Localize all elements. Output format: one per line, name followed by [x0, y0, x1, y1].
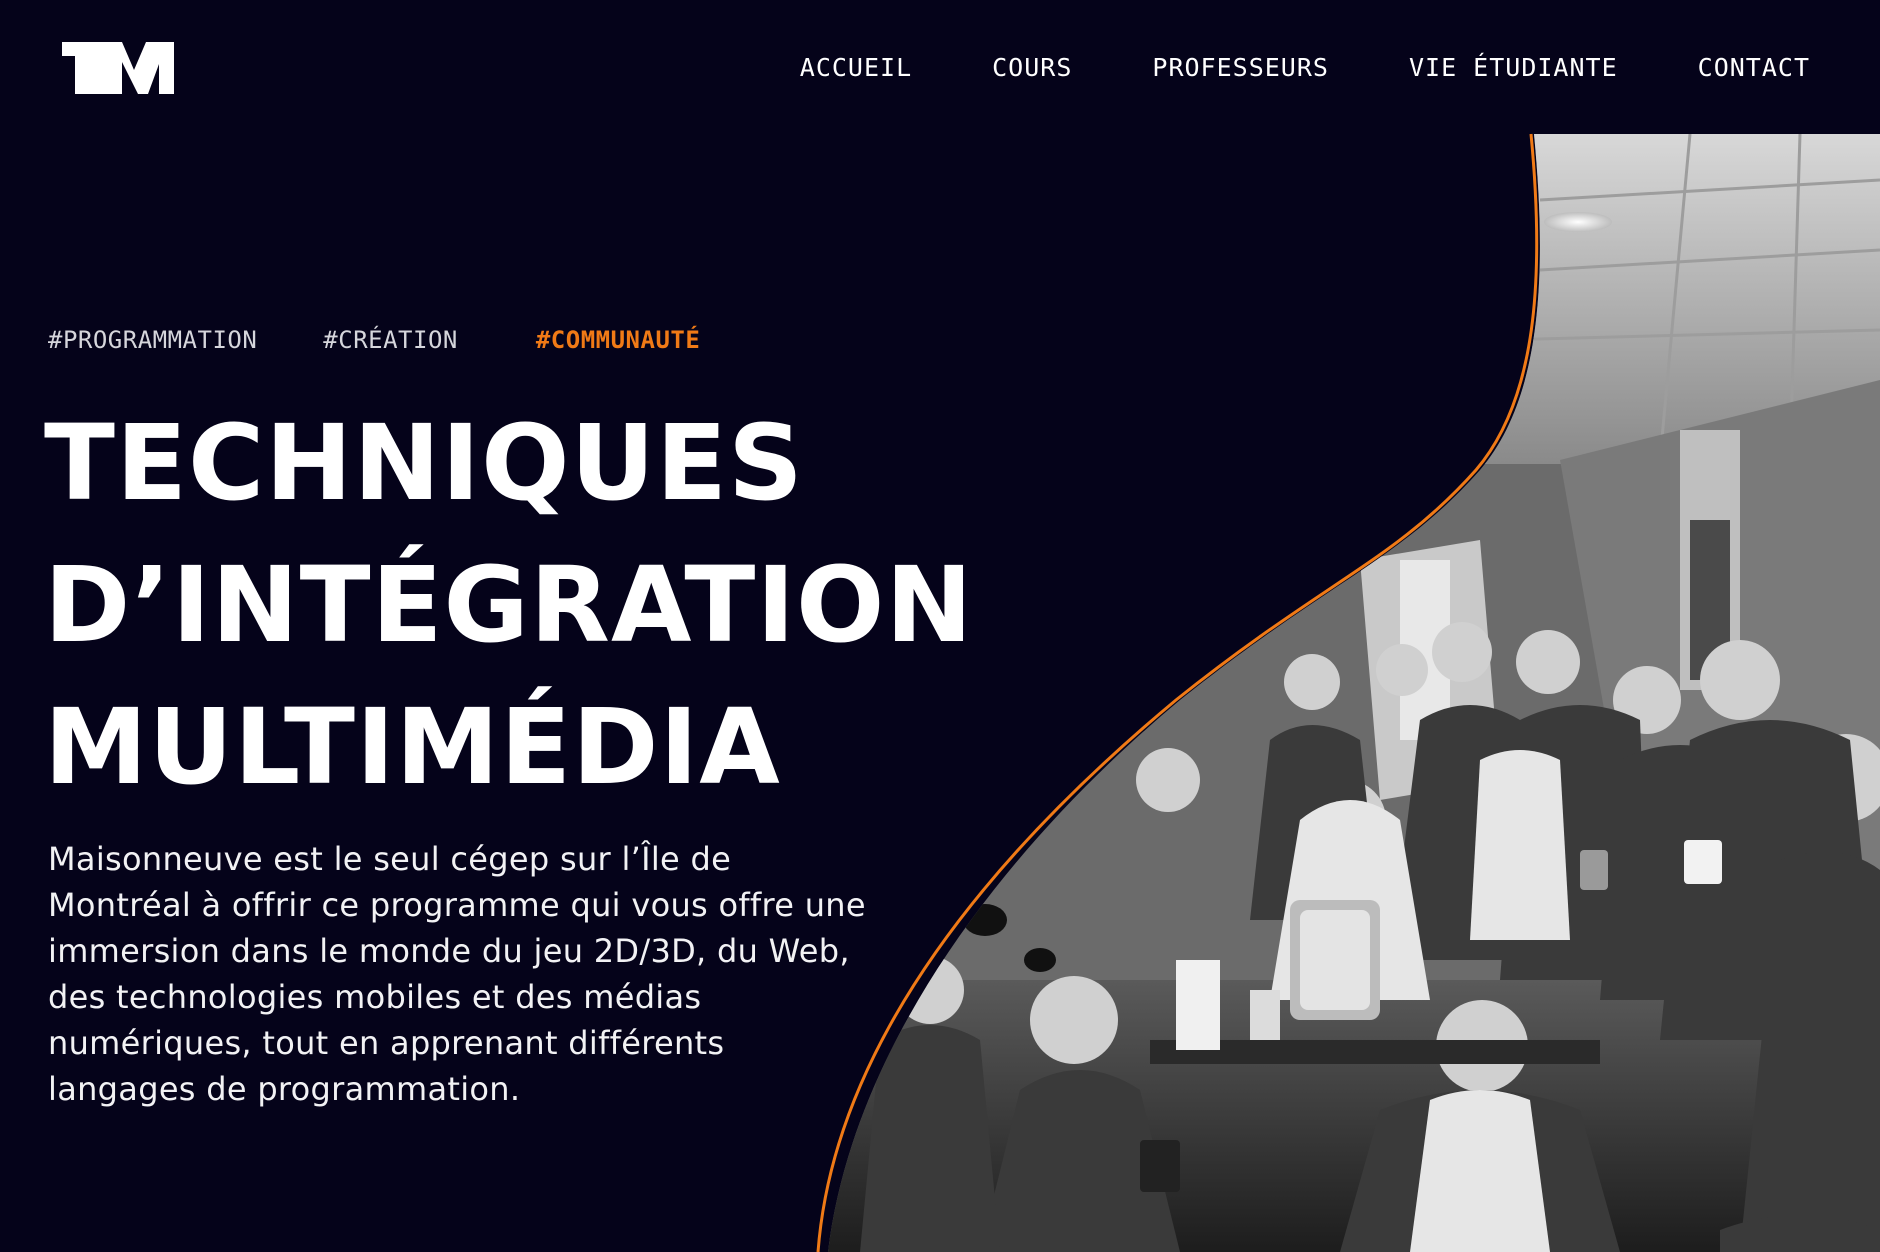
tag-programmation: #PROGRAMMATION [48, 326, 258, 354]
nav-accueil[interactable]: ACCUEIL [800, 52, 912, 84]
nav-professeurs[interactable]: PROFESSEURS [1152, 52, 1329, 84]
title-line-1: TECHNIQUES [44, 402, 804, 524]
nav-vie-etudiante[interactable]: VIE ÉTUDIANTE [1409, 52, 1618, 84]
main-nav: ACCUEIL COURS PROFESSEURS VIE ÉTUDIANTE … [800, 52, 1810, 84]
nav-cours[interactable]: COURS [992, 52, 1072, 84]
title-line-2: D’INTÉGRATION [44, 544, 974, 666]
nav-contact[interactable]: CONTACT [1698, 52, 1810, 84]
title-line-3: MULTIMÉDIA [44, 686, 781, 808]
homepage: TM ACCUEIL COURS PROFESSEURS VIE ÉTUDIAN… [0, 0, 1880, 1252]
hero-tags: #PROGRAMMATION #CRÉATION #COMMUNAUTÉ [48, 325, 766, 355]
tm-logo[interactable]: TM [62, 36, 174, 100]
hero-description: Maisonneuve est le seul cégep sur l’Île … [48, 840, 866, 1108]
tag-creation: #CRÉATION [323, 326, 458, 354]
tag-communaute: #COMMUNAUTÉ [535, 326, 701, 354]
page-title: TECHNIQUES D’INTÉGRATION MULTIMÉDIA [44, 392, 974, 818]
